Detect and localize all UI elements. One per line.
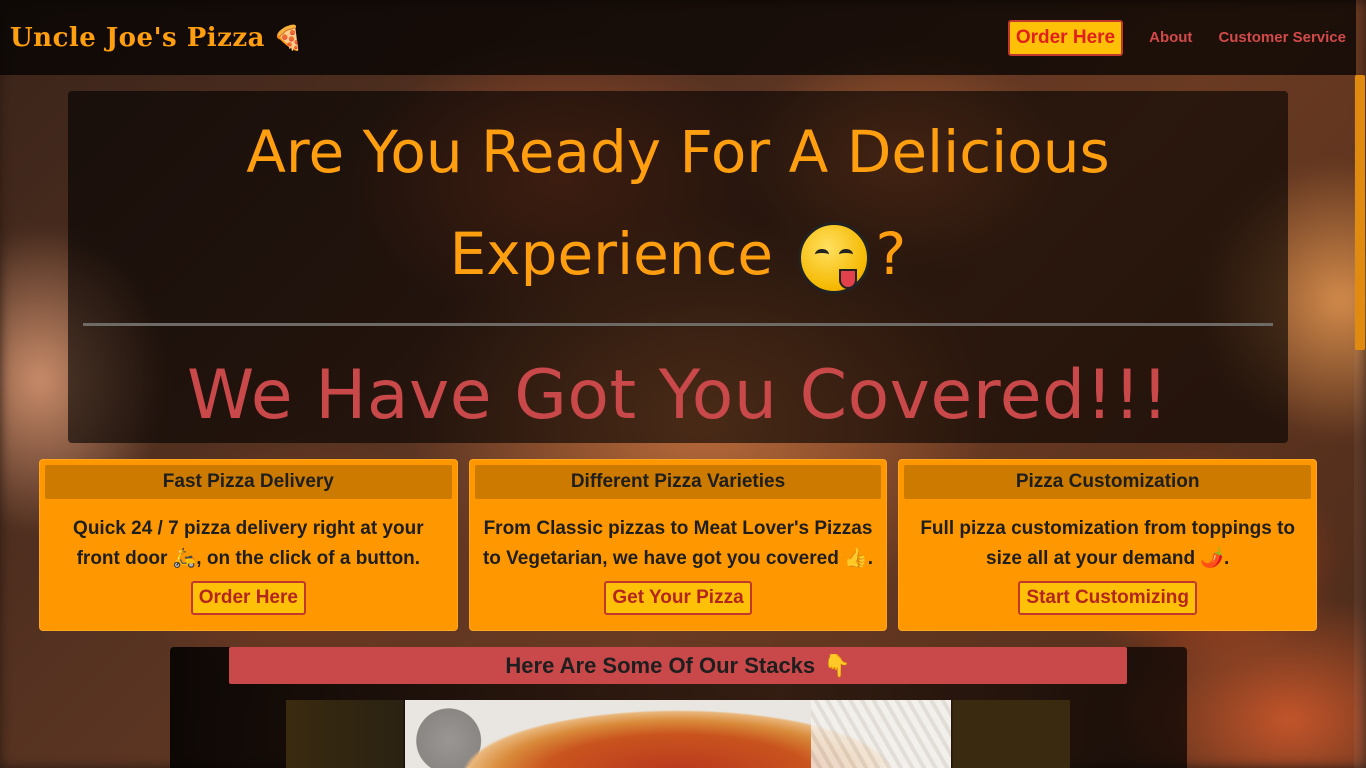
card-header: Fast Pizza Delivery [45,465,452,499]
hero-title-suffix: ? [875,220,907,288]
brand-name: Uncle Joe's Pizza [10,22,266,53]
get-your-pizza-button[interactable]: Get Your Pizza [604,581,752,615]
hero-divider [83,323,1273,326]
hero-subtitle: We Have Got You Covered!!! [187,356,1169,435]
card-pizza-varieties: Different Pizza Varieties From Classic p… [468,459,888,631]
stacks-title-text: Here Are Some Of Our Stacks [505,652,816,678]
card-header: Different Pizza Varieties [474,465,882,499]
brand[interactable]: Uncle Joe's Pizza 🍕 [10,23,303,53]
card-header: Pizza Customization [904,465,1312,499]
pointing-down-icon: 👇 [823,652,851,678]
hero: Are You Ready For A Delicious Experience… [68,91,1288,443]
stacks-title: Here Are Some Of Our Stacks 👇 [229,647,1127,684]
pizza-slice-icon: 🍕 [273,23,304,52]
card-body: Quick 24 / 7 pizza delivery right at you… [73,518,424,569]
stacks-section: Here Are Some Of Our Stacks 👇 [170,647,1187,768]
order-here-button[interactable]: Order Here [190,581,306,615]
card-customization: Pizza Customization Full pizza customiza… [898,459,1318,631]
scrollbar-thumb[interactable] [1355,75,1365,350]
navbar: Uncle Joe's Pizza 🍕 Order Here About Cus… [0,0,1356,75]
nav-link-customer-service[interactable]: Customer Service [1218,29,1346,46]
card-body: Full pizza customization from toppings t… [920,518,1296,569]
start-customizing-button[interactable]: Start Customizing [1018,581,1197,615]
nav-order-button[interactable]: Order Here [1007,19,1124,56]
hero-title: Are You Ready For A Delicious Experience… [198,91,1158,305]
hero-title-line1: Are You Ready For A Delicious [246,118,1110,186]
feature-cards: Fast Pizza Delivery Quick 24 / 7 pizza d… [39,459,1318,631]
stacks-carousel[interactable] [286,700,1070,768]
face-savoring-food-icon [797,221,870,294]
card-body: From Classic pizzas to Meat Lover's Pizz… [482,518,874,569]
nav-links: Order Here About Customer Service [1007,19,1346,56]
nav-link-about[interactable]: About [1149,29,1192,46]
card-fast-delivery: Fast Pizza Delivery Quick 24 / 7 pizza d… [39,459,458,631]
hero-title-line2: Experience [449,220,774,288]
pizza-image [405,700,951,768]
